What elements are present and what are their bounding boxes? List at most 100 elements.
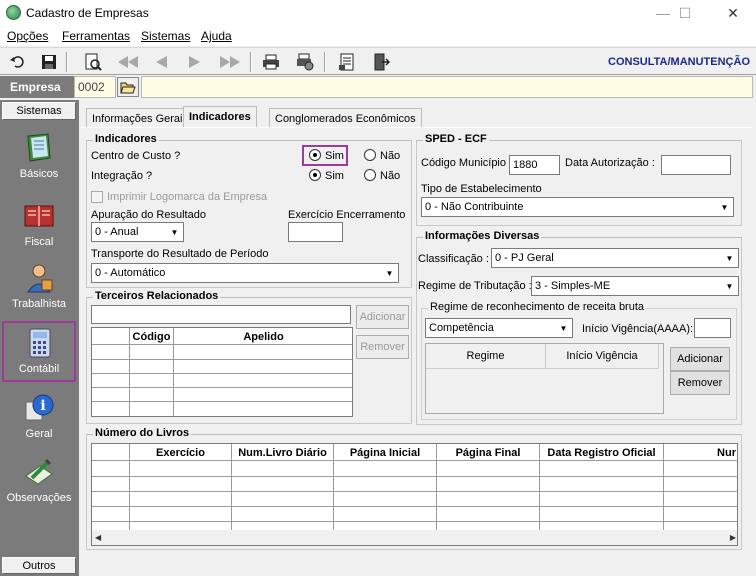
sidebar-item-trabalhista[interactable]: Trabalhista xyxy=(2,262,76,310)
receita-add-button[interactable]: Adicionar xyxy=(670,347,730,371)
col-apelido: Apelido xyxy=(174,328,352,345)
chevron-down-icon: ▼ xyxy=(717,199,732,215)
scroll-right-icon[interactable]: ▶ xyxy=(730,533,736,542)
receita-title: Regime de reconhecimento de receita brut… xyxy=(428,301,647,313)
folder-icon xyxy=(120,82,136,94)
menu-sistemas[interactable]: Sistemas xyxy=(141,29,190,43)
grid-corner xyxy=(92,328,130,345)
data-autorizacao-label: Data Autorização : xyxy=(565,157,655,169)
col-regime: Regime xyxy=(426,344,546,369)
save-icon[interactable] xyxy=(38,51,60,73)
transporte-select[interactable]: 0 - Automático ▼ xyxy=(91,263,399,283)
scroll-left-icon[interactable]: ◀ xyxy=(95,533,101,542)
notepad-icon xyxy=(22,456,56,488)
integracao-label: Integração ? xyxy=(91,170,153,182)
integracao-sim-radio[interactable] xyxy=(309,169,321,181)
centro-custo-nao-label: Não xyxy=(380,150,401,162)
grid-corner xyxy=(92,444,130,461)
inicio-vigencia-label: Início Vigência(AAAA): xyxy=(582,323,694,335)
sidebar-item-label: Observações xyxy=(6,492,72,504)
centro-custo-label: Centro de Custo ? xyxy=(91,150,181,162)
col-pagina-inicial: Página Inicial xyxy=(334,444,437,461)
toolbar: CONSULTA/MANUTENÇÃO xyxy=(0,47,756,75)
folder-button[interactable] xyxy=(117,77,139,97)
preview-icon[interactable] xyxy=(82,51,104,73)
integracao-nao-label: Não xyxy=(380,170,401,182)
tab-informacoes-gerais[interactable]: Informações Gerais xyxy=(86,108,194,128)
terceiros-add-button[interactable]: Adicionar xyxy=(356,305,409,329)
horizontal-scrollbar[interactable]: ◀ ▶ xyxy=(92,530,737,545)
cod-municipio-input[interactable]: 1880 xyxy=(509,155,560,175)
centro-custo-sim-radio[interactable] xyxy=(309,149,321,161)
exit-icon[interactable] xyxy=(370,51,392,73)
centro-custo-nao-radio[interactable] xyxy=(364,149,376,161)
livros-grid[interactable]: Exercício Num.Livro Diário Página Inicia… xyxy=(91,443,738,546)
tab-conglomerados[interactable]: Conglomerados Econômicos xyxy=(269,108,422,128)
exercicio-label: Exercício Encerramento xyxy=(288,209,406,221)
imprimir-logo-label: Imprimir Logomarca da Empresa xyxy=(107,191,268,203)
menu-opcoes[interactable]: Opções xyxy=(7,29,48,43)
exercicio-input[interactable] xyxy=(288,222,343,242)
print-setup-icon[interactable] xyxy=(294,51,316,73)
apuracao-select[interactable]: 0 - Anual ▼ xyxy=(91,222,184,242)
sidebar-item-basicos[interactable]: Básicos xyxy=(2,132,76,180)
tipo-estabelecimento-value: 0 - Não Contribuinte xyxy=(425,201,524,213)
chevron-down-icon: ▼ xyxy=(167,224,182,240)
tab-indicadores[interactable]: Indicadores xyxy=(183,106,257,128)
app-icon xyxy=(6,5,21,20)
prev-icon[interactable] xyxy=(150,51,172,73)
apuracao-label: Apuração do Resultado xyxy=(91,209,206,221)
sidebar-item-label: Contábil xyxy=(18,363,60,375)
empresa-name-field[interactable] xyxy=(141,76,753,98)
sidebar-item-geral[interactable]: i Geral xyxy=(2,392,76,440)
last-icon[interactable] xyxy=(216,51,244,73)
fiscal-book-icon xyxy=(22,200,56,232)
sped-title: SPED - ECF xyxy=(423,133,489,145)
regime-tributacao-select[interactable]: 3 - Simples-ME ▼ xyxy=(531,276,739,296)
menu-ajuda[interactable]: Ajuda xyxy=(201,29,232,43)
sidebar-item-contabil[interactable]: Contábil xyxy=(2,321,76,382)
col-exercicio: Exercício xyxy=(130,444,232,461)
first-icon[interactable] xyxy=(114,51,142,73)
terceiros-remove-button[interactable]: Remover xyxy=(356,335,409,359)
terceiros-search-input[interactable] xyxy=(91,305,351,324)
col-codigo: Código xyxy=(130,328,174,345)
menu-ferramentas[interactable]: Ferramentas xyxy=(62,29,130,43)
sidebar-item-observacoes[interactable]: Observações xyxy=(2,456,76,504)
close-button[interactable]: ✕ xyxy=(710,0,756,26)
receita-grid[interactable]: Regime Início Vigência xyxy=(425,343,664,414)
next-icon[interactable] xyxy=(184,51,206,73)
terceiros-grid[interactable]: Código Apelido xyxy=(91,327,353,417)
tipo-estabelecimento-select[interactable]: 0 - Não Contribuinte ▼ xyxy=(421,197,734,217)
chevron-down-icon: ▼ xyxy=(382,265,397,281)
col-data-registro-oficial: Data Registro Oficial xyxy=(540,444,664,461)
undo-icon[interactable] xyxy=(6,51,28,73)
inicio-vigencia-input[interactable] xyxy=(694,318,731,338)
integracao-nao-radio[interactable] xyxy=(364,169,376,181)
report-icon[interactable] xyxy=(336,51,358,73)
sidebar: Sistemas Básicos Fiscal Trabalhista Cont… xyxy=(0,100,79,576)
transporte-value: 0 - Automático xyxy=(95,267,166,279)
empresa-code-field[interactable]: 0002 xyxy=(74,76,116,98)
print-icon[interactable] xyxy=(260,51,282,73)
sidebar-header[interactable]: Sistemas xyxy=(2,102,76,120)
classificacao-value: 0 - PJ Geral xyxy=(495,252,554,264)
cod-municipio-label: Código Município : xyxy=(421,157,513,169)
chevron-down-icon: ▼ xyxy=(556,320,571,336)
receita-regime-select[interactable]: Competência ▼ xyxy=(425,318,573,338)
regime-tributacao-value: 3 - Simples-ME xyxy=(535,280,611,292)
livros-title: Número do Livros xyxy=(93,427,192,439)
col-pagina-final: Página Final xyxy=(437,444,540,461)
sidebar-footer[interactable]: Outros xyxy=(2,557,76,574)
chevron-down-icon: ▼ xyxy=(722,250,737,266)
data-autorizacao-input[interactable] xyxy=(661,155,731,175)
receita-remove-button[interactable]: Remover xyxy=(670,371,730,395)
book-icon xyxy=(22,132,56,164)
sidebar-item-fiscal[interactable]: Fiscal xyxy=(2,200,76,248)
maximize-button[interactable]: ☐ xyxy=(662,0,708,26)
imprimir-logo-checkbox[interactable] xyxy=(91,191,103,203)
sidebar-item-label: Básicos xyxy=(19,168,59,180)
classificacao-select[interactable]: 0 - PJ Geral ▼ xyxy=(491,248,739,268)
apuracao-value: 0 - Anual xyxy=(95,226,139,238)
menu-bar: Opções Ferramentas Sistemas Ajuda xyxy=(0,26,756,46)
